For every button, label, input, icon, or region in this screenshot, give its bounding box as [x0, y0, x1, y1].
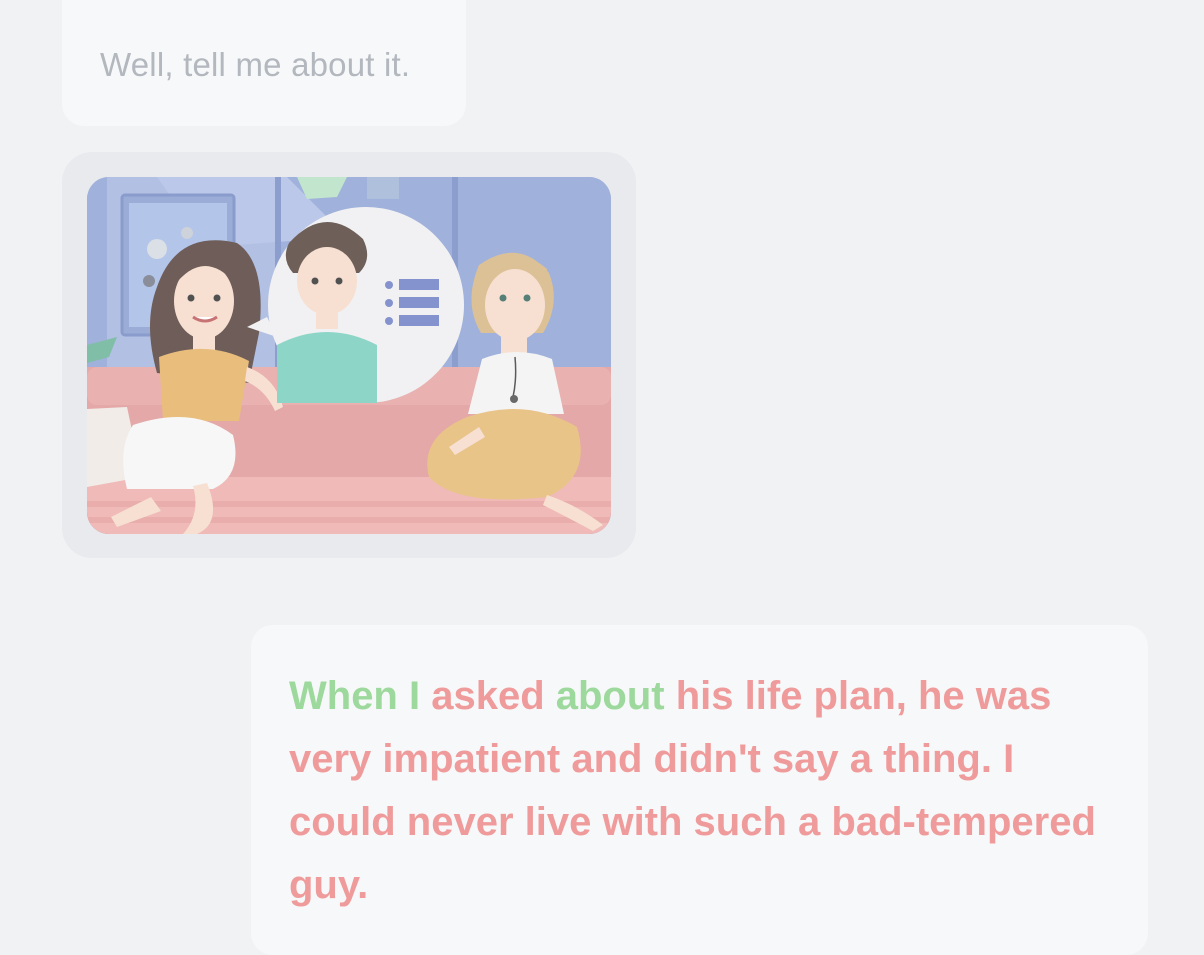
- incoming-message-bubble: Well, tell me about it.: [62, 0, 466, 126]
- outgoing-message-text: When I asked about his life plan, he was…: [289, 665, 1109, 917]
- chat-conversation: Well, tell me about it. When I asked abo…: [0, 0, 1204, 955]
- incoming-image[interactable]: [87, 177, 611, 534]
- incoming-message-text: Well, tell me about it.: [100, 46, 411, 83]
- sofa-scene-illustration: [87, 177, 611, 534]
- message-segment-neutral: about: [555, 674, 676, 718]
- message-segment-neutral: When I: [289, 674, 432, 718]
- incoming-image-bubble[interactable]: [62, 152, 636, 558]
- message-segment-negative: asked: [431, 674, 556, 718]
- outgoing-message-bubble: When I asked about his life plan, he was…: [251, 625, 1148, 955]
